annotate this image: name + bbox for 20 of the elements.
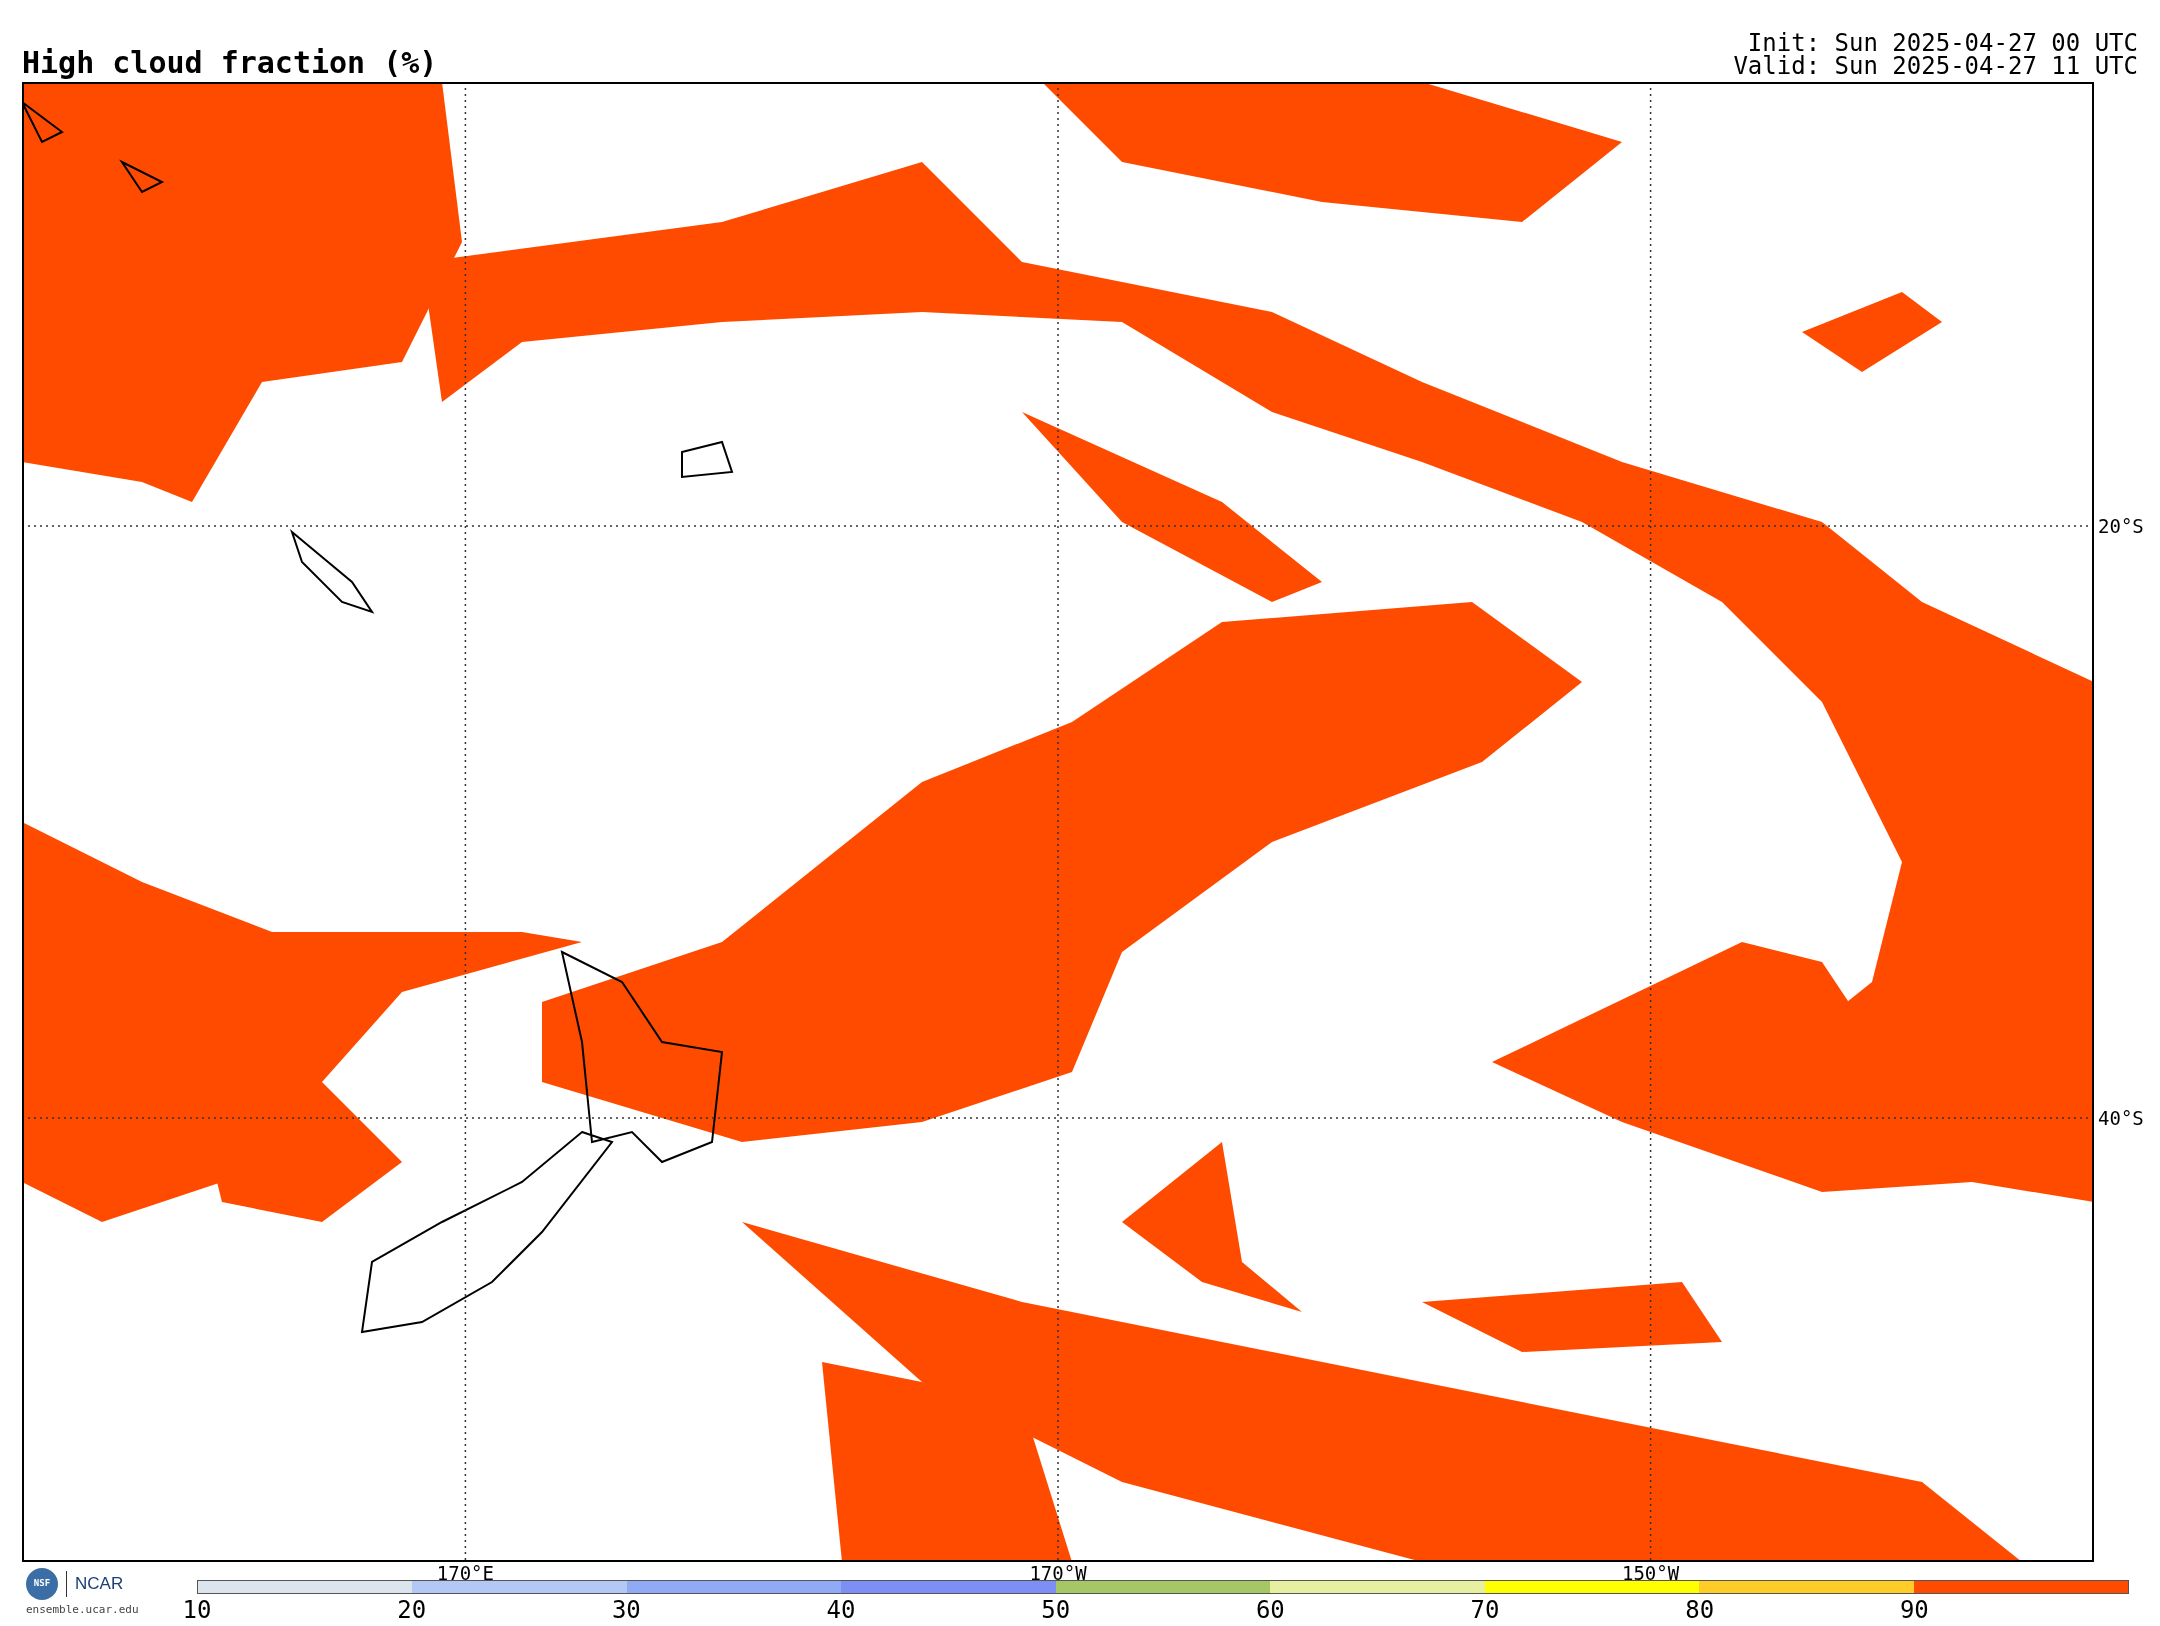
init-time: Init: Sun 2025-04-27 00 UTC [1747, 32, 2138, 55]
scale-tick-label: 90 [1899, 1598, 1929, 1622]
scale-tick-label: 30 [611, 1598, 641, 1622]
latitude-label: 40°S [2098, 1108, 2144, 1128]
longitude-label: 170°W [1029, 1564, 1087, 1583]
chart-title: High cloud fraction (%) [22, 48, 438, 78]
longitude-label: 170°E [436, 1564, 494, 1583]
scale-tick-label: 40 [826, 1598, 856, 1622]
scale-tick-label: 80 [1685, 1598, 1715, 1622]
website-label: ensemble.ucar.edu [26, 1602, 140, 1618]
logo-name: NCAR [66, 1571, 124, 1597]
scale-tick-label: 20 [397, 1598, 427, 1622]
logo-badge: NSF [26, 1568, 58, 1600]
valid-time: Valid: Sun 2025-04-27 11 UTC [1733, 55, 2138, 78]
scale-tick-label: 60 [1255, 1598, 1285, 1622]
latitude-label: 20°S [2098, 516, 2144, 536]
longitude-label: 150°W [1622, 1564, 1680, 1583]
scale-tick-label: 70 [1470, 1598, 1500, 1622]
scale-tick-label: 10 [182, 1598, 212, 1622]
scale-tick-label: 50 [1041, 1598, 1071, 1622]
